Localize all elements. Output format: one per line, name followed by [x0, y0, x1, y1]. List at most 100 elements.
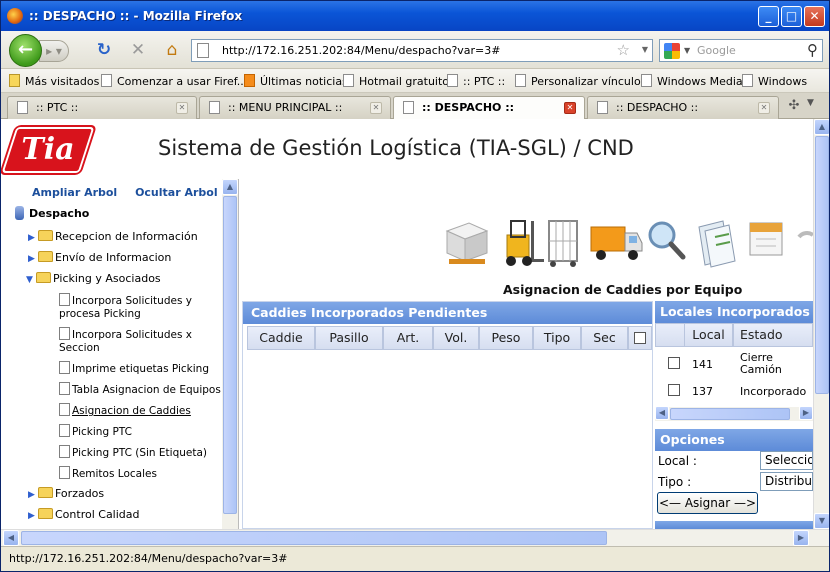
tree-node-recepcion[interactable]: ▶ Recepcion de Información [28, 230, 198, 243]
calendar-icon[interactable] [747, 217, 787, 267]
url-dropdown-icon[interactable]: ▼ [642, 45, 648, 54]
tab-ptc[interactable]: :: PTC :: ✕ [7, 96, 197, 119]
local-select[interactable]: Seleccione [760, 451, 813, 470]
tree-leaf-tabla-equipos[interactable]: Tabla Asignacion de Equipos [59, 382, 221, 397]
tab-close-icon[interactable]: ✕ [176, 102, 188, 114]
tab-close-icon[interactable]: ✕ [564, 102, 576, 114]
tree-leaf-picking-ptc-sin-etiqueta[interactable]: Picking PTC (Sin Etiqueta) [59, 445, 207, 460]
back-button[interactable]: ← [9, 34, 42, 67]
tree-leaf-incorpora-seccion[interactable]: Incorpora Solicitudes x Seccion [59, 327, 192, 355]
estado-cell: Incorporado [740, 384, 807, 398]
google-icon[interactable] [664, 43, 680, 59]
column-header[interactable]: Peso [479, 326, 533, 350]
hide-tree-link[interactable]: Ocultar Arbol [135, 186, 218, 199]
page-icon [447, 74, 458, 87]
tab-close-icon[interactable]: ✕ [370, 102, 382, 114]
folder-icon [38, 487, 53, 498]
table-row[interactable]: 137 Incorporado [655, 381, 813, 401]
expand-tree-link[interactable]: Ampliar Arbol [32, 186, 117, 199]
scroll-right-icon[interactable]: ▶ [799, 406, 813, 420]
bookmark-item[interactable]: Últimas noticias [244, 74, 348, 88]
page-icon [742, 74, 753, 87]
engine-dropdown-icon[interactable]: ▼ [684, 46, 690, 55]
column-header[interactable]: Pasillo [315, 326, 383, 350]
cage-cart-icon[interactable] [545, 217, 583, 269]
bookmark-star-icon[interactable]: ☆ [617, 41, 630, 59]
pallet-box-icon[interactable] [441, 217, 489, 267]
tab-despacho[interactable]: :: DESPACHO :: ✕ [587, 96, 779, 119]
expand-arrow-icon[interactable]: ▶ [28, 511, 38, 521]
table-row[interactable]: 141 Cierre Camión [655, 349, 813, 379]
column-header[interactable]: Vol. [433, 326, 479, 350]
tree-node-forzados[interactable]: ▶ Forzados [28, 487, 104, 500]
locales-hscrollbar[interactable]: ◀ ▶ [655, 406, 813, 421]
tree-leaf-imprime-etiquetas[interactable]: Imprime etiquetas Picking [59, 361, 209, 376]
reload-icon[interactable]: ↻ [93, 39, 115, 61]
tab-despacho-active[interactable]: :: DESPACHO :: ✕ [393, 96, 585, 120]
bookmark-item[interactable]: Personalizar vínculos [515, 74, 646, 88]
page-icon [343, 74, 354, 87]
page-hscrollbar[interactable]: ◀ ▶ [1, 529, 829, 546]
forward-button[interactable]: ▸ ▾ [39, 40, 69, 62]
forklift-icon[interactable] [497, 217, 545, 269]
tree-node-picking[interactable]: ▼ Picking y Asociados [26, 272, 161, 285]
truck-icon[interactable] [589, 217, 643, 267]
tab-close-icon[interactable]: ✕ [758, 102, 770, 114]
scroll-left-icon[interactable]: ◀ [655, 406, 669, 420]
scroll-thumb[interactable] [21, 531, 607, 545]
bookmark-item[interactable]: Windows [742, 74, 807, 88]
bookmark-item[interactable]: Windows Media [641, 74, 743, 88]
address-bar[interactable]: http://172.16.251.202:84/Menu/despacho?v… [191, 39, 653, 62]
minimize-button[interactable]: _ [758, 6, 779, 27]
bookmark-item[interactable]: Comenzar a usar Firef... [101, 74, 247, 88]
scroll-up-icon[interactable]: ▲ [222, 179, 238, 195]
column-header[interactable]: Art. [383, 326, 433, 350]
column-header[interactable]: Estado [733, 323, 813, 347]
tree-node-envio[interactable]: ▶ Envío de Informacion [28, 251, 171, 264]
magnifier-icon[interactable] [645, 217, 687, 267]
expand-arrow-icon[interactable]: ▶ [28, 233, 38, 243]
row-checkbox[interactable] [668, 356, 680, 369]
column-header[interactable]: Sec [581, 326, 628, 350]
tree-leaf-incorpora-picking[interactable]: Incorpora Solicitudes y procesa Picking [59, 293, 192, 321]
expand-arrow-icon[interactable]: ▶ [28, 490, 38, 500]
scroll-right-icon[interactable]: ▶ [793, 530, 809, 546]
assign-button[interactable]: <— Asignar —> [657, 492, 758, 514]
tree-node-control-calidad[interactable]: ▶ Control Calidad [28, 508, 140, 521]
tipo-select[interactable]: Distribución [760, 472, 813, 491]
stop-icon[interactable]: ✕ [127, 39, 149, 61]
tab-list-icon[interactable]: ▼ [807, 98, 814, 108]
expand-arrow-icon[interactable]: ▶ [28, 254, 38, 264]
scroll-thumb[interactable] [223, 196, 237, 514]
tree-leaf-asignacion-caddies[interactable]: Asignacion de Caddies [59, 403, 191, 418]
refresh-arrow-icon[interactable] [795, 217, 813, 267]
new-tab-icon[interactable]: ✣ [785, 98, 803, 113]
tree-root-despacho[interactable]: Despacho [15, 206, 89, 220]
scroll-up-icon[interactable]: ▲ [814, 119, 829, 135]
select-all-checkbox[interactable] [634, 332, 646, 344]
page-vscrollbar[interactable]: ▲ ▼ [813, 119, 829, 529]
column-header[interactable]: Local [684, 323, 733, 347]
tab-menu-principal[interactable]: :: MENU PRINCIPAL :: ✕ [199, 96, 391, 119]
home-icon[interactable]: ⌂ [161, 39, 183, 61]
search-box[interactable]: ▼ Google ⚲ [659, 39, 823, 62]
column-header[interactable]: Caddie [247, 326, 315, 350]
scroll-down-icon[interactable]: ▼ [814, 513, 829, 529]
row-checkbox[interactable] [668, 383, 680, 396]
close-button[interactable]: ✕ [804, 6, 825, 27]
tree-leaf-remitos-locales[interactable]: Remitos Locales [59, 466, 157, 481]
bookmark-item[interactable]: Más visitados [9, 74, 99, 88]
documents-icon[interactable] [693, 217, 739, 269]
scroll-thumb[interactable] [815, 136, 829, 394]
column-header[interactable]: Tipo [533, 326, 581, 350]
open-folder-icon [36, 272, 51, 283]
collapse-arrow-icon[interactable]: ▼ [26, 275, 36, 285]
maximize-button[interactable]: □ [781, 6, 802, 27]
scroll-thumb[interactable] [670, 408, 790, 420]
search-icon[interactable]: ⚲ [807, 41, 818, 59]
bookmark-item[interactable]: :: PTC :: [447, 74, 505, 88]
scroll-left-icon[interactable]: ◀ [3, 530, 19, 546]
bookmark-item[interactable]: Hotmail gratuito [343, 74, 449, 88]
sidebar-scrollbar[interactable]: ▲ [222, 179, 238, 529]
tree-leaf-picking-ptc[interactable]: Picking PTC [59, 424, 132, 439]
